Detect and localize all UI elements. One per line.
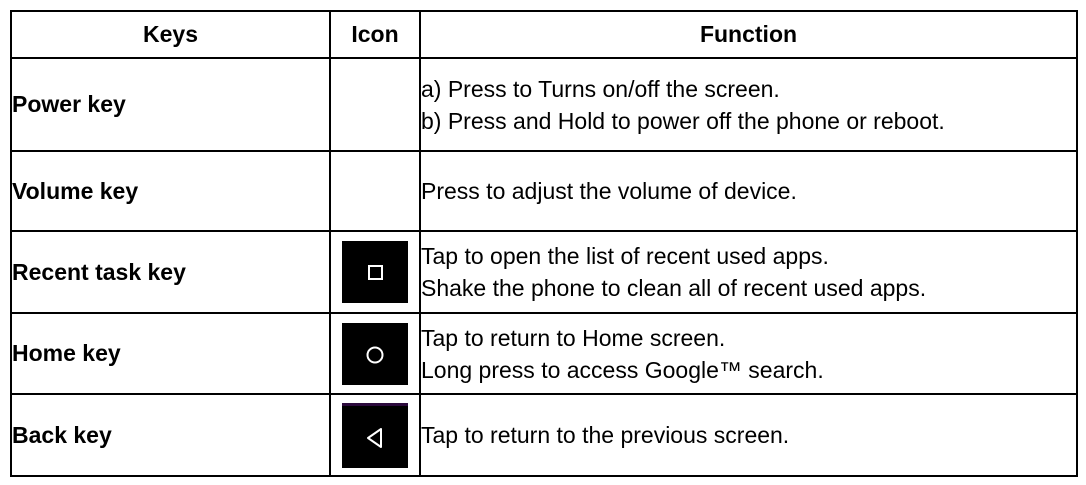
- function-line: a) Press to Turns on/off the screen.: [421, 75, 780, 102]
- function-cell: Tap to open the list of recent used apps…: [419, 230, 1078, 314]
- table-row-volume-key: Volume key Press to adjust the volume of…: [10, 150, 1078, 232]
- back-triangle-icon: [342, 402, 408, 468]
- function-line: Shake the phone to clean all of recent u…: [421, 275, 927, 301]
- function-line: Press to adjust the volume of device.: [421, 178, 797, 204]
- icon-cell-empty: [329, 150, 421, 232]
- table-row-recent-task-key: Recent task key Tap to open the list of …: [10, 230, 1078, 314]
- function-cell: a) Press to Turns on/off the screen. b) …: [419, 57, 1078, 152]
- function-line: b) Press and Hold to power off the phone…: [421, 107, 945, 134]
- function-cell: Press to adjust the volume of device.: [419, 150, 1078, 232]
- key-name: Back key: [10, 393, 331, 477]
- table-header-row: Keys Icon Function: [10, 10, 1078, 59]
- key-name: Recent task key: [10, 230, 331, 314]
- icon-cell-empty: [329, 57, 421, 152]
- function-line: Tap to return to Home screen.: [421, 324, 726, 351]
- key-name: Volume key: [10, 150, 331, 232]
- header-function: Function: [419, 10, 1078, 59]
- function-line: Tap to open the list of recent used apps…: [421, 243, 829, 269]
- key-name: Power key: [10, 57, 331, 152]
- recent-apps-square-icon: [342, 241, 408, 303]
- table-row-power-key: Power key a) Press to Turns on/off the s…: [10, 57, 1078, 152]
- function-cell: Tap to return to Home screen. Long press…: [419, 312, 1078, 395]
- icon-cell: [329, 312, 421, 395]
- function-line: Tap to return to the previous screen.: [421, 422, 790, 448]
- keys-table: Keys Icon Function Power key a) Press to…: [10, 10, 1078, 477]
- table-row-home-key: Home key Tap to return to Home screen. L…: [10, 312, 1078, 395]
- icon-cell: [329, 230, 421, 314]
- key-name: Home key: [10, 312, 331, 395]
- header-keys: Keys: [10, 10, 331, 59]
- icon-cell: [329, 393, 421, 477]
- table-row-back-key: Back key Tap to return to the previous s…: [10, 393, 1078, 477]
- function-cell: Tap to return to the previous screen.: [419, 393, 1078, 477]
- header-icon: Icon: [329, 10, 421, 59]
- home-circle-icon: [342, 322, 408, 385]
- function-line: Long press to access Google™ search.: [421, 356, 824, 383]
